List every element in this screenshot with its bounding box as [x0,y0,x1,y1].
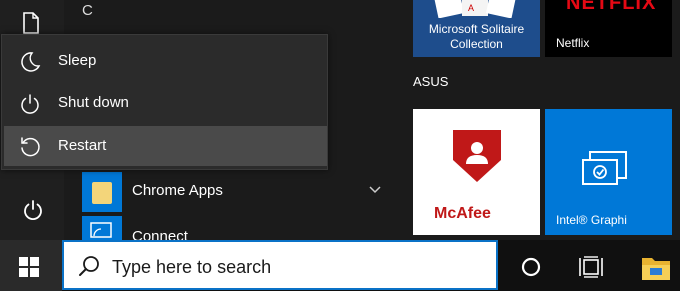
power-menu-shut-down-label: Shut down [58,94,129,111]
windows-logo-icon [19,257,39,277]
folder-icon [92,182,112,204]
tile-intel-graphics-label: Intel® Graphi [556,213,627,227]
power-menu: Sleep Shut down Restart [1,34,328,170]
tile-netflix-label: Netflix [556,36,590,50]
netflix-logo: NETFLIX [566,0,657,14]
playing-cards-icon: A [433,0,517,18]
restart-icon [21,137,40,157]
power-menu-sleep-label: Sleep [58,52,97,69]
power-menu-restart[interactable]: Restart [4,126,327,166]
search-placeholder: Type here to search [112,257,272,277]
file-explorer-icon[interactable] [636,248,676,288]
search-icon [79,256,99,276]
app-list-letter-header[interactable]: C [82,2,93,19]
power-menu-restart-label: Restart [58,137,107,154]
mcafee-logo: McAfee [434,205,491,222]
power-menu-shut-down[interactable]: Shut down [4,83,327,123]
intel-graphics-icon [582,151,627,185]
power-button-icon[interactable] [21,198,45,222]
tile-solitaire-label: Microsoft Solitaire Collection [428,22,525,51]
connect-app-icon [82,216,122,240]
app-label-chrome-apps: Chrome Apps [132,182,223,199]
power-menu-sleep[interactable]: Sleep [4,41,327,81]
document-icon[interactable] [22,12,40,34]
task-view-icon[interactable] [572,248,610,286]
tile-group-header[interactable]: ASUS [413,74,448,89]
chevron-down-icon[interactable] [368,184,382,196]
cortana-icon[interactable] [512,248,550,286]
power-icon [21,94,39,114]
mcafee-shield-icon [453,130,501,182]
moon-icon [21,52,41,72]
svg-text:A: A [468,3,474,13]
